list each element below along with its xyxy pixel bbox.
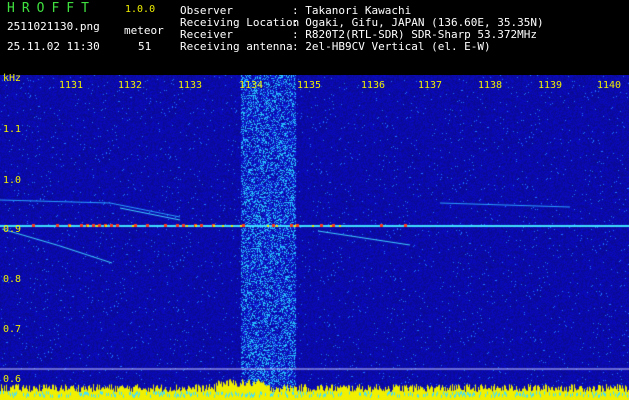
header-panel: HROFFT 1.0.0 2511021130.png meteor 25.11… <box>0 0 629 75</box>
antenna-value: : 2el-HB9CV Vertical (el. E-W) <box>292 40 491 53</box>
y-tick-label: 0.8 <box>3 274 22 285</box>
antenna-label: Receiving antenna <box>180 40 293 53</box>
spectrogram-waterfall <box>0 75 629 400</box>
x-tick-label: 1131 <box>59 80 84 91</box>
y-tick-label: 0.9 <box>3 224 22 235</box>
y-axis-unit: kHz <box>3 73 22 84</box>
x-tick-label: 1136 <box>361 80 386 91</box>
meteor-count-label: meteor <box>124 24 164 37</box>
app-title: HROFFT <box>7 1 96 16</box>
y-tick-label: 1.1 <box>3 124 22 135</box>
x-tick-label: 1135 <box>297 80 322 91</box>
x-tick-label: 1137 <box>418 80 443 91</box>
x-tick-label: 1134 <box>239 80 264 91</box>
image-filename: 2511021130.png <box>7 20 100 33</box>
y-tick-label: 1.0 <box>3 175 22 186</box>
x-tick-label: 1133 <box>178 80 203 91</box>
observation-datetime: 25.11.02 11:30 <box>7 40 100 53</box>
y-tick-label: 0.6 <box>3 374 22 385</box>
app-version: 1.0.0 <box>125 4 156 15</box>
x-tick-label: 1132 <box>118 80 143 91</box>
x-tick-label: 1138 <box>478 80 503 91</box>
meteor-count-value: 51 <box>138 40 152 53</box>
x-tick-label: 1140 <box>597 80 622 91</box>
y-tick-label: 0.7 <box>3 324 22 335</box>
x-tick-label: 1139 <box>538 80 563 91</box>
